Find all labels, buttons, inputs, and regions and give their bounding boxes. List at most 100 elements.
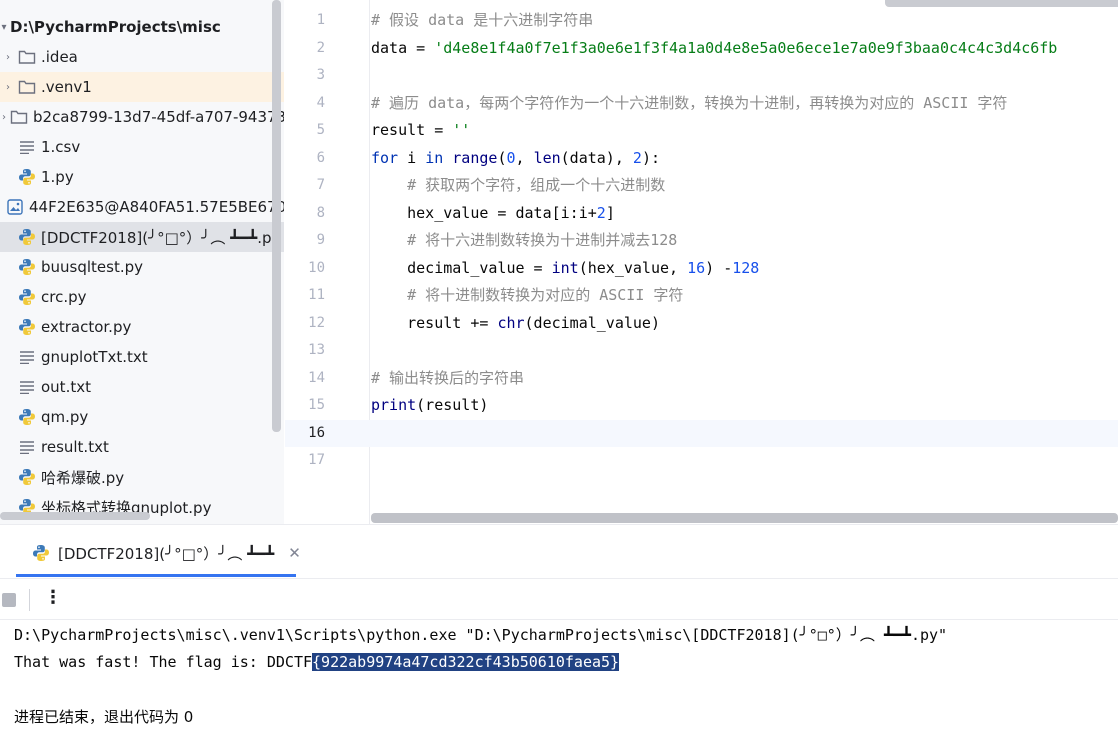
line-number: 8	[316, 204, 325, 221]
tree-item[interactable]: 44F2E635@A840FA51.57E5BE670	[0, 192, 284, 222]
tree-item-label: qm.py	[41, 408, 89, 426]
code-line[interactable]: 16	[285, 419, 1118, 447]
code-line[interactable]: 13	[285, 337, 1118, 365]
text-file-icon	[18, 138, 36, 156]
tree-item-label: buusqltest.py	[41, 258, 144, 276]
project-tree-panel: ▾ D:\PycharmProjects\misc › .idea › .venv1 ›…	[0, 0, 284, 524]
chevron-right-icon[interactable]: ›	[2, 82, 14, 93]
tree-item-label: b2ca8799-13d7-45df-a707-94373	[33, 108, 284, 126]
tree-item[interactable]: 哈希爆破.py	[0, 462, 284, 492]
python-file-icon	[32, 544, 50, 562]
chevron-right-icon[interactable]: ›	[2, 52, 14, 63]
code-text: data = 'd4e8e1f4a0f7e1f3a0e6e1f3f4a1a0d4…	[371, 35, 1057, 63]
tree-item[interactable]: out.txt	[0, 372, 284, 402]
tree-item-label: extractor.py	[41, 318, 132, 336]
python-file-icon	[18, 288, 36, 306]
code-text: result += chr(decimal_value)	[371, 310, 660, 338]
console-exit-message: 进程已结束，退出代码为 0	[14, 708, 194, 726]
code-line[interactable]: 12 result += chr(decimal_value)	[285, 310, 1118, 338]
code-text: # 遍历 data，每两个字符作为一个十六进制数，转换为十进制，再转换为对应的 …	[371, 90, 1007, 118]
code-text: result = ''	[371, 117, 470, 145]
tree-item[interactable]: 1.csv	[0, 132, 284, 162]
tree-item[interactable]: [DDCTF2018](╯°□°）╯︵ ┻━┻.py	[0, 222, 284, 252]
code-token: data =	[371, 38, 435, 57]
code-line[interactable]: 2 data = 'd4e8e1f4a0f7e1f3a0e6e1f3f4a1a0d…	[285, 35, 1118, 63]
tree-item-label: result.txt	[41, 438, 109, 456]
tree-item[interactable]: 1.py	[0, 162, 284, 192]
line-number: 7	[316, 177, 325, 193]
tree-item[interactable]: extractor.py	[0, 312, 284, 342]
code-token: chr	[497, 313, 525, 332]
tree-item-label: 哈希爆破.py	[41, 468, 125, 487]
code-line[interactable]: 1 # 假设 data 是十六进制字符串	[285, 7, 1118, 35]
code-token: len	[533, 148, 561, 167]
code-token: # 假设 data 是十六进制字符串	[371, 11, 594, 29]
code-text: hex_value = data[i:i+2]	[371, 200, 615, 228]
text-file-icon	[18, 378, 36, 396]
editor-horizontal-scrollbar[interactable]	[371, 513, 1118, 523]
python-file-icon	[18, 318, 36, 336]
python-file-icon	[18, 228, 36, 246]
project-root-label: D:\PycharmProjects\misc	[10, 18, 221, 36]
code-token: ,	[515, 148, 534, 167]
code-token: in	[425, 148, 444, 167]
code-line[interactable]: 14 # 输出转换后的字符串	[285, 365, 1118, 393]
run-tab-active-indicator	[16, 574, 296, 577]
code-line[interactable]: 8 hex_value = data[i:i+2]	[285, 200, 1118, 228]
tree-item-label: crc.py	[41, 288, 87, 306]
line-number: 17	[308, 452, 325, 468]
tree-item-label: .venv1	[41, 78, 92, 96]
code-token: ]	[605, 203, 615, 222]
code-token: 128	[732, 258, 760, 277]
console-selected-flag[interactable]: {922ab9974a47cd322cf43b50610faea5}	[312, 653, 620, 671]
tree-item[interactable]: crc.py	[0, 282, 284, 312]
tree-item[interactable]: › .idea	[0, 42, 284, 72]
tree-horizontal-scrollbar[interactable]	[0, 512, 150, 520]
run-console[interactable]: D:\PycharmProjects\misc\.venv1\Scripts\p…	[0, 621, 1118, 743]
tree-item-label: 1.py	[41, 168, 74, 186]
tree-item[interactable]: qm.py	[0, 402, 284, 432]
line-number: 2	[316, 39, 325, 56]
python-file-icon	[18, 408, 36, 426]
code-line[interactable]: 10 decimal_value = int(hex_value, 16) -1…	[285, 255, 1118, 283]
chevron-right-icon[interactable]: ›	[2, 112, 6, 123]
code-line[interactable]: 6 for i in range(0, len(data), 2):	[285, 145, 1118, 173]
tree-vertical-scrollbar[interactable]	[272, 0, 281, 432]
tree-item[interactable]: result.txt	[0, 432, 284, 462]
line-number: 3	[316, 67, 325, 83]
tree-item[interactable]: › .venv1	[0, 72, 284, 102]
run-tab-label: [DDCTF2018](╯°□°）╯︵ ┻━┻	[58, 544, 275, 563]
run-tab[interactable]: [DDCTF2018](╯°□°）╯︵ ┻━┻ ✕	[32, 540, 301, 566]
console-output-line: That was fast! The flag is: DDCTF{922ab9…	[14, 649, 620, 676]
project-root[interactable]: ▾ D:\PycharmProjects\misc	[0, 12, 284, 42]
code-token: # 获取两个字符，组成一个十六进制数	[407, 176, 666, 194]
code-line[interactable]: 9 # 将十六进制数转换为十进制并减去128	[285, 227, 1118, 255]
stop-icon[interactable]	[2, 593, 16, 607]
code-line[interactable]: 5 result = ''	[285, 117, 1118, 145]
close-icon[interactable]: ✕	[288, 544, 301, 562]
code-token: (decimal_value)	[524, 313, 660, 332]
code-line[interactable]: 7 # 获取两个字符，组成一个十六进制数	[285, 172, 1118, 200]
code-line[interactable]: 15 print(result)	[285, 392, 1118, 420]
chevron-down-icon[interactable]: ▾	[0, 22, 8, 33]
code-line[interactable]: 4 # 遍历 data，每两个字符作为一个十六进制数，转换为十进制，再转换为对应的…	[285, 90, 1118, 118]
code-token: ''	[452, 121, 471, 139]
tree-item[interactable]: gnuplotTxt.txt	[0, 342, 284, 372]
code-token: # 输出转换后的字符串	[371, 368, 525, 387]
editor-top-scrollbar[interactable]	[885, 0, 1118, 7]
folder-icon	[10, 108, 28, 126]
code-line[interactable]: 11 # 将十进制数转换为对应的 ASCII 字符	[285, 282, 1118, 310]
more-options-icon[interactable]: ⋮	[44, 587, 62, 608]
tree-item[interactable]: buusqltest.py	[0, 252, 284, 282]
code-line[interactable]: 17	[285, 447, 1118, 475]
code-token: # 将十进制数转换为对应的 ASCII 字符	[407, 286, 684, 304]
code-line[interactable]: 3	[285, 62, 1118, 90]
line-number: 12	[308, 314, 325, 331]
code-token: # 将十六进制数转换为十进制并减去128	[407, 231, 678, 249]
line-number: 13	[308, 342, 325, 358]
line-number: 9	[316, 232, 325, 248]
tree-item[interactable]: › b2ca8799-13d7-45df-a707-94373	[0, 102, 284, 132]
line-number: 4	[316, 94, 325, 111]
